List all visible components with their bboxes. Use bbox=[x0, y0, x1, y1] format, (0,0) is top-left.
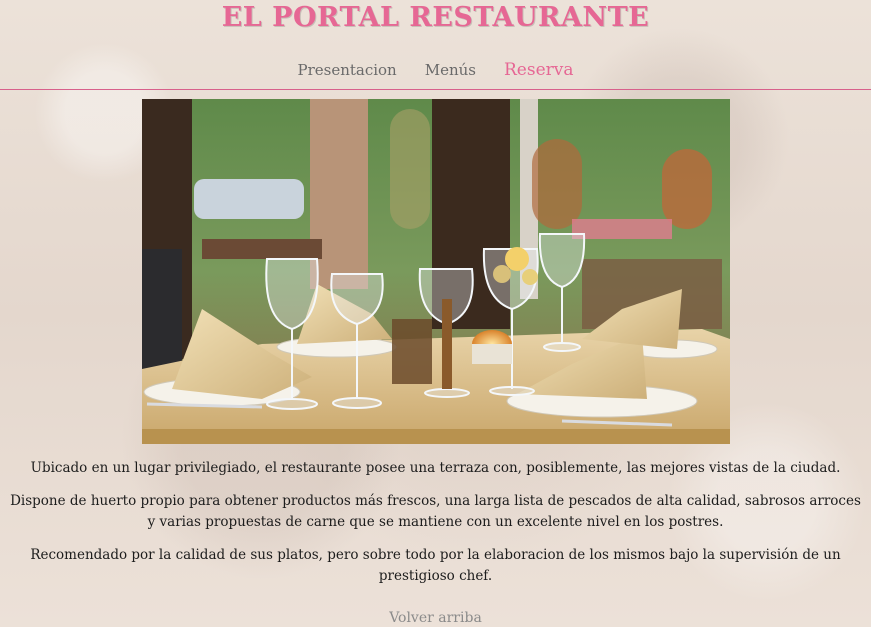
intro-content: Ubicado en un lugar privilegiado, el res… bbox=[8, 458, 863, 599]
back-to-top-link[interactable]: Volver arriba bbox=[0, 610, 871, 626]
hero-image bbox=[142, 99, 730, 444]
restaurant-table-photo bbox=[142, 99, 730, 444]
intro-paragraph-location: Ubicado en un lugar privilegiado, el res… bbox=[30, 460, 841, 476]
nav-item-menus[interactable]: Menús bbox=[425, 61, 476, 79]
nav-item-presentacion[interactable]: Presentacion bbox=[297, 61, 396, 79]
intro-paragraph-products: Dispone de huerto propio para obtener pr… bbox=[10, 493, 861, 530]
site-title: EL PORTAL RESTAURANTE bbox=[221, 2, 650, 33]
nav-item-reserva[interactable]: Reserva bbox=[504, 60, 574, 80]
intro-paragraph-chef: Recomendado por la calidad de sus platos… bbox=[30, 547, 841, 584]
main-nav: Presentacion Menús Reserva bbox=[0, 60, 871, 80]
header-divider bbox=[0, 89, 871, 90]
